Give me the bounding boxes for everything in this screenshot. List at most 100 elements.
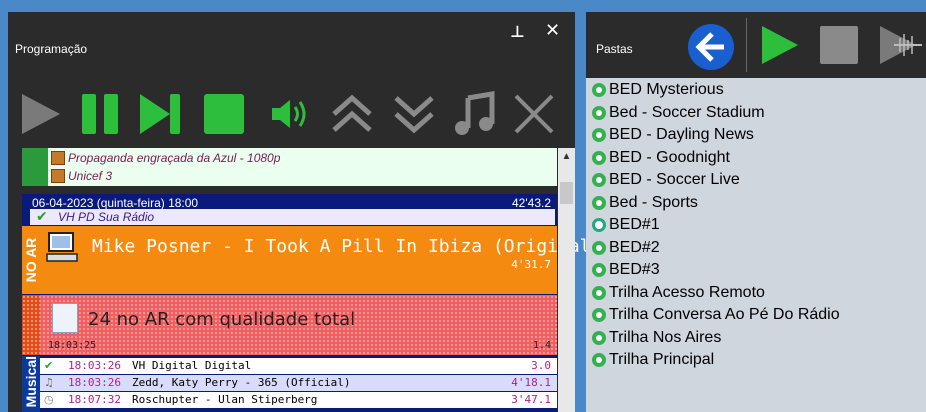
- table-row[interactable]: ♫ 18:03:26 Zedd, Katy Perry - 365 (Offic…: [40, 375, 557, 391]
- folder-item[interactable]: Trilha Principal: [592, 349, 926, 372]
- track-duration: 3.0: [531, 359, 551, 372]
- folder-item[interactable]: BED Mysterious: [592, 79, 926, 102]
- music-file-icon: ♫: [44, 376, 54, 389]
- completed-block: Propaganda engraçada da Azul - 1080p Uni…: [22, 148, 557, 186]
- scrollbar[interactable]: ▲: [558, 148, 575, 412]
- folder-item[interactable]: BED - Dayling News: [592, 124, 926, 147]
- folder-item[interactable]: BED - Goodnight: [592, 147, 926, 170]
- track-title: Roschupter - Ulan Stiperberg: [132, 393, 318, 406]
- folder-item[interactable]: Bed - Sports: [592, 192, 926, 215]
- folder-item[interactable]: Trilha Acesso Remoto: [592, 282, 926, 305]
- programming-header: Programação ⊥ ✕: [8, 12, 575, 78]
- box-icon: [51, 169, 65, 183]
- item-title: VH PD Sua Rádio: [58, 210, 155, 224]
- folder-label: Trilha Nos Aires: [609, 328, 722, 346]
- playlist: Propaganda engraçada da Azul - 1080p Uni…: [8, 148, 601, 412]
- playback-toolbar: [8, 82, 575, 148]
- music-label: Musical: [22, 356, 40, 412]
- folder-label: BED#2: [609, 238, 660, 256]
- folder-label: BED - Soccer Live: [609, 171, 740, 188]
- promo-item[interactable]: 24 no AR com qualidade total 18:03:25 1.…: [22, 295, 557, 355]
- clock-icon: ◷: [44, 393, 54, 406]
- document-icon: [52, 303, 78, 333]
- folder-label: BED#1: [609, 216, 660, 233]
- folder-item[interactable]: BED#1: [592, 214, 926, 237]
- track-time: 18:07:32: [68, 393, 121, 406]
- item-title: Propaganda engraçada da Azul - 1080p: [68, 151, 281, 165]
- folder-label: Bed - Soccer Stadium: [609, 103, 765, 121]
- folder-label: Trilha Acesso Remoto: [609, 283, 765, 301]
- checkmark-icon: ✔: [36, 209, 48, 225]
- table-row[interactable]: ✔ 18:03:26 VH Digital Digital 3.0: [40, 358, 557, 374]
- folder-icon: [592, 128, 606, 142]
- list-item[interactable]: ✔ VH PD Sua Rádio: [30, 209, 555, 225]
- music-note-icon[interactable]: [448, 88, 500, 140]
- track-duration: 4'18.1: [511, 376, 551, 389]
- close-icon[interactable]: ✕: [545, 22, 563, 40]
- back-arrow-icon[interactable]: [686, 22, 736, 72]
- on-air-label: NO AR: [22, 226, 40, 294]
- volume-icon[interactable]: [262, 88, 314, 140]
- folder-item[interactable]: BED#3: [592, 259, 926, 282]
- item-title: Unicef 3: [68, 169, 113, 183]
- stop-icon[interactable]: [198, 88, 250, 140]
- stop-icon[interactable]: [816, 22, 862, 68]
- folder-icon: [592, 195, 606, 210]
- schedule-block: 06-04-2023 (quinta-feira) 18:00 42'43.2 …: [22, 194, 601, 412]
- pause-icon[interactable]: [74, 88, 126, 140]
- folder-item[interactable]: Bed - Soccer Stadium: [592, 102, 926, 125]
- on-air-title: Mike Posner - I Took A Pill In Ibiza (Or…: [92, 236, 602, 257]
- panel-title: Pastas: [596, 42, 633, 56]
- programming-panel: Programação ⊥ ✕ Propaganda engraçada da …: [8, 12, 601, 412]
- track-title: VH Digital Digital: [132, 359, 252, 372]
- folders-panel: Pastas BED Mysterious Bed - Soccer Stadiu…: [586, 12, 926, 412]
- table-row[interactable]: ◷ 18:07:32 Roschupter - Ulan Stiperberg …: [40, 392, 557, 408]
- track-time: 18:03:26: [68, 376, 121, 389]
- folder-label: Trilha Conversa Ao Pé Do Rádio: [609, 306, 840, 323]
- box-icon: [51, 151, 65, 165]
- scroll-up-icon[interactable]: ▲: [558, 148, 575, 165]
- promo-marker: [22, 295, 40, 355]
- promo-time: 18:03:25: [48, 340, 97, 351]
- folders-header: Pastas: [586, 12, 926, 78]
- folder-label: BED Mysterious: [609, 81, 724, 98]
- folder-icon: [592, 83, 606, 97]
- folder-icon: [592, 150, 606, 165]
- folder-label: BED - Goodnight: [609, 148, 730, 166]
- folder-label: BED - Dayling News: [609, 126, 754, 143]
- folder-icon: [592, 263, 606, 277]
- block-header: 06-04-2023 (quinta-feira) 18:00: [32, 196, 199, 210]
- folder-icon: [592, 353, 606, 367]
- folder-list: BED Mysterious Bed - Soccer Stadium BED - …: [592, 79, 926, 372]
- promo-value: 1.4: [532, 340, 551, 351]
- folder-item[interactable]: BED - Soccer Live: [592, 169, 926, 192]
- folder-icon: [592, 105, 606, 120]
- skip-next-icon[interactable]: [134, 88, 186, 140]
- block-duration: 42'43.2: [512, 196, 551, 210]
- play-preview-icon[interactable]: [876, 22, 922, 68]
- folder-label: Bed - Sports: [609, 193, 698, 211]
- folder-item[interactable]: Trilha Conversa Ao Pé Do Rádio: [592, 304, 926, 327]
- track-time: 18:03:26: [68, 359, 121, 372]
- move-up-icon[interactable]: [326, 88, 378, 140]
- list-item[interactable]: Propaganda engraçada da Azul - 1080p: [48, 149, 557, 167]
- folder-icon: [592, 173, 606, 187]
- play-icon[interactable]: [14, 88, 66, 140]
- list-item[interactable]: Unicef 3: [48, 167, 557, 185]
- divider: [746, 18, 747, 72]
- folder-item[interactable]: BED#2: [592, 237, 926, 260]
- folder-icon: [592, 308, 606, 322]
- scroll-thumb[interactable]: [560, 182, 573, 204]
- folder-item[interactable]: Trilha Nos Aires: [592, 327, 926, 350]
- computer-icon: [46, 232, 78, 262]
- delete-icon[interactable]: [508, 88, 560, 140]
- on-air-item[interactable]: NO AR Mike Posner - I Took A Pill In Ibi…: [22, 226, 601, 294]
- folder-label: BED#3: [609, 261, 660, 278]
- move-down-icon[interactable]: [388, 88, 440, 140]
- folder-icon: [592, 285, 606, 300]
- on-air-duration: 4'31.7: [511, 258, 551, 271]
- folder-icon: [592, 330, 606, 345]
- pin-icon[interactable]: ⊥: [510, 24, 526, 40]
- panel-title: Programação: [15, 42, 88, 56]
- play-icon[interactable]: [756, 22, 802, 68]
